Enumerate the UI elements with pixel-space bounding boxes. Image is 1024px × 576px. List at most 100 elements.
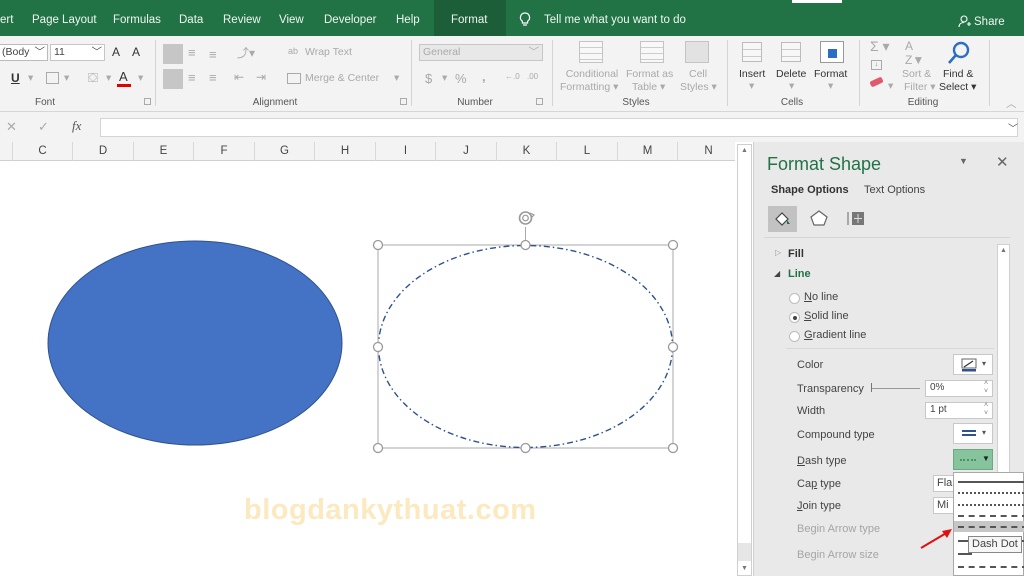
orientation-button[interactable]: ⤴▾ (237, 44, 255, 61)
fill-section-header[interactable]: Fill (788, 248, 804, 260)
no-line-radio[interactable] (789, 293, 800, 304)
clear-eraser-icon[interactable] (869, 76, 884, 88)
currency-button[interactable]: $ (425, 71, 432, 86)
underline-button[interactable]: U (11, 71, 20, 85)
scrollbar-thumb[interactable] (738, 543, 751, 561)
tab-view[interactable]: View (279, 14, 304, 26)
share-button[interactable]: Share (974, 16, 1005, 28)
percent-button[interactable]: % (455, 71, 467, 86)
center-button[interactable]: ≡ (188, 70, 196, 85)
spinner-arrows-icon[interactable]: ˄ ˅ (984, 402, 988, 418)
underline-dropdown-icon[interactable]: ▾ (28, 72, 33, 84)
decrease-decimal-button[interactable]: .00 (527, 72, 538, 81)
increase-font-size-button[interactable]: A (112, 45, 120, 59)
tab-formulas[interactable]: Formulas (113, 14, 161, 26)
increase-decimal-button[interactable]: ←.0 (505, 72, 520, 81)
tab-insert[interactable]: ert (0, 14, 13, 26)
enter-formula-button[interactable]: ✓ (38, 119, 49, 135)
borders-icon[interactable] (46, 72, 59, 84)
spinner-arrows-icon[interactable]: ˄ ˅ (984, 380, 988, 396)
size-properties-icon[interactable] (846, 209, 866, 230)
dash-option-square-dot[interactable] (958, 504, 1024, 506)
fill-line-tab[interactable] (768, 206, 797, 232)
cancel-formula-button[interactable]: ✕ (6, 119, 17, 135)
column-header-n[interactable]: N (678, 142, 739, 161)
delete-dropdown-icon[interactable]: ▾ (789, 80, 794, 92)
solid-line-radio[interactable] (789, 312, 800, 323)
clear-dropdown-icon[interactable]: ▾ (888, 80, 893, 92)
column-header-h[interactable]: H (315, 142, 376, 161)
comma-button[interactable]: , (482, 69, 486, 84)
tab-shape-options[interactable]: Shape Options (771, 184, 849, 196)
bottom-align-button[interactable]: ≡ (209, 47, 217, 62)
column-header-j[interactable]: J (436, 142, 497, 161)
resize-handle-right[interactable] (667, 341, 679, 353)
dash-option-round-dot[interactable] (958, 492, 1024, 494)
expand-formula-bar-icon[interactable]: ﹀ (1008, 120, 1018, 135)
merge-dropdown-icon[interactable]: ▾ (394, 72, 399, 84)
scroll-up-arrow-icon[interactable]: ▲ (741, 147, 748, 154)
resize-handle-bottom[interactable] (520, 442, 531, 454)
resize-handle-left[interactable] (372, 341, 384, 353)
conditional-formatting-button-line2[interactable]: Formatting ▾ (560, 81, 620, 93)
resize-handle-top-left[interactable] (372, 239, 384, 251)
insert-cells-button[interactable]: Insert (739, 68, 765, 80)
filled-oval-shape[interactable] (47, 240, 343, 446)
column-header-l[interactable]: L (557, 142, 618, 161)
decrease-font-size-button[interactable]: A (132, 45, 140, 59)
font-name-dropdown[interactable]: (Body ﹀ (0, 44, 48, 61)
cell-styles-button[interactable]: Cell (689, 68, 707, 80)
increase-indent-button[interactable]: ⇥ (256, 70, 266, 84)
column-header-g[interactable]: G (255, 142, 315, 161)
top-align-button[interactable] (163, 44, 183, 64)
decrease-indent-button[interactable]: ⇤ (234, 70, 244, 84)
resize-handle-top[interactable] (520, 239, 531, 251)
tab-page-layout[interactable]: Page Layout (32, 14, 97, 26)
fill-down-icon[interactable]: ↓ (871, 60, 882, 70)
tab-text-options[interactable]: Text Options (864, 184, 925, 196)
solid-line-label[interactable]: Solid line (804, 310, 849, 322)
dash-option-dash-dot[interactable] (958, 526, 1024, 528)
tab-developer[interactable]: Developer (324, 14, 376, 26)
insert-dropdown-icon[interactable]: ▾ (749, 80, 754, 92)
gradient-line-label[interactable]: Gradient line (804, 329, 866, 341)
resize-handle-bottom-left[interactable] (372, 442, 384, 454)
number-format-dropdown[interactable]: General ﹀ (419, 44, 543, 61)
align-left-button[interactable] (163, 69, 183, 89)
dash-option-dash[interactable] (958, 515, 1024, 517)
column-header-m[interactable]: M (618, 142, 678, 161)
dash-option-long-dash-dot[interactable] (958, 553, 972, 555)
font-dialog-launcher[interactable] (144, 98, 151, 105)
conditional-formatting-button[interactable]: Conditional (562, 68, 622, 80)
tab-data[interactable]: Data (179, 14, 203, 26)
middle-align-button[interactable]: ≡ (188, 45, 196, 60)
insert-function-button[interactable]: fx (72, 118, 81, 134)
fill-color-dropdown-icon[interactable]: ▾ (106, 72, 111, 84)
find-select-button-line2[interactable]: Select ▾ (939, 81, 976, 93)
line-collapse-icon[interactable]: ◢ (774, 269, 780, 278)
column-header-partial[interactable] (0, 142, 13, 161)
font-size-dropdown[interactable]: 11 ﹀ (50, 44, 105, 61)
column-header-c[interactable]: C (13, 142, 73, 161)
dash-dot-oval-shape[interactable] (377, 244, 674, 449)
rotate-handle-icon[interactable] (518, 211, 536, 225)
effects-pentagon-icon[interactable] (809, 209, 829, 230)
wrap-text-button[interactable]: Wrap Text (305, 46, 352, 58)
line-section-header[interactable]: Line (788, 268, 811, 280)
number-dialog-launcher[interactable] (536, 98, 543, 105)
find-select-button[interactable]: Find & (943, 68, 973, 80)
alignment-dialog-launcher[interactable] (400, 98, 407, 105)
sort-filter-button[interactable]: Sort & (902, 68, 931, 80)
format-as-table-button-line2[interactable]: Table ▾ (632, 81, 665, 93)
column-header-i[interactable]: I (376, 142, 436, 161)
no-line-label[interactable]: No line (804, 291, 838, 303)
width-spinner[interactable]: 1 pt ˄ ˅ (925, 402, 993, 419)
merge-center-button[interactable]: Merge & Center (305, 72, 379, 84)
vertical-scrollbar[interactable]: ▲ ▼ (737, 144, 752, 576)
transparency-spinner[interactable]: 0% ˄ ˅ (925, 380, 993, 397)
pane-scroll-up-icon[interactable]: ▲ (1000, 247, 1007, 254)
dash-option-long-dash-dot-dot[interactable] (958, 566, 1024, 568)
delete-cells-button[interactable]: Delete (776, 68, 806, 80)
fill-color-icon[interactable]: ⛋ (88, 70, 98, 86)
format-cells-button[interactable]: Format (814, 68, 847, 80)
